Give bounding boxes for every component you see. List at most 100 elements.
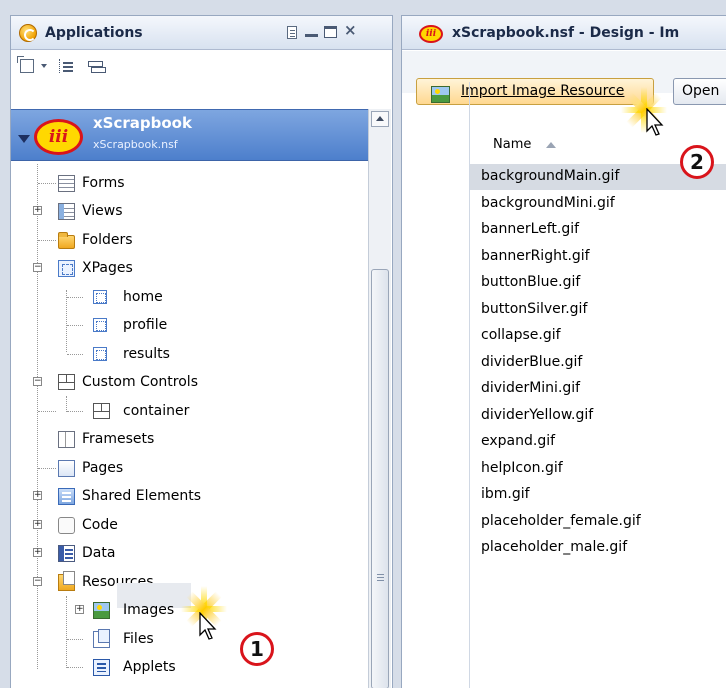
files-icon [93, 629, 110, 648]
images-icon [93, 602, 110, 619]
list-item[interactable]: placeholder_male.gif [481, 534, 627, 560]
tree-item-label: home [123, 289, 163, 305]
image-resource-icon [431, 86, 450, 103]
scroll-grip-icon [377, 574, 384, 575]
tree-item-pages[interactable]: Pages [0, 456, 360, 480]
custom-control-icon [93, 403, 110, 419]
expand-plus-icon[interactable]: + [33, 548, 42, 557]
applications-toolbar [11, 51, 392, 81]
tree-item-label: Views [82, 203, 123, 219]
document-icon[interactable] [287, 26, 297, 39]
tree-item-folders[interactable]: Folders [0, 228, 360, 252]
tree-item-label: Shared Elements [82, 488, 201, 504]
tree-view-icon[interactable] [57, 59, 73, 73]
import-image-resource-button[interactable]: Import Image Resource [416, 78, 654, 105]
framesets-icon [58, 431, 75, 448]
tab-title: xScrapbook.nsf - Design - Im [452, 25, 680, 41]
scroll-thumb[interactable] [371, 269, 389, 688]
tree-item-label: Data [82, 545, 116, 561]
tree-item-label: Forms [82, 175, 125, 191]
list-item[interactable]: placeholder_female.gif [481, 508, 641, 534]
editor-tab[interactable]: iii xScrapbook.nsf - Design - Im [402, 16, 726, 50]
list-item[interactable]: dividerMini.gif [481, 375, 580, 401]
shared-elements-icon [58, 488, 75, 505]
applets-icon [93, 659, 110, 676]
tree-item-xpage-home[interactable]: home [0, 285, 360, 309]
flat-view-icon[interactable] [88, 59, 106, 73]
xpage-icon [93, 290, 107, 304]
scroll-up-button[interactable] [371, 111, 389, 127]
close-icon[interactable]: × [344, 22, 358, 38]
list-item[interactable]: bannerLeft.gif [481, 216, 579, 242]
list-item[interactable]: bannerRight.gif [481, 243, 590, 269]
list-item[interactable]: ibm.gif [481, 481, 530, 507]
list-item[interactable]: dividerYellow.gif [481, 402, 593, 428]
tree-item-label: Files [123, 631, 154, 647]
tree-item-forms[interactable]: Forms [0, 171, 360, 195]
tree-scrollbar[interactable] [368, 109, 391, 688]
list-item[interactable]: dividerBlue.gif [481, 349, 582, 375]
tree-item-data[interactable]: + Data [0, 541, 360, 565]
tree-item-applets[interactable]: Applets [0, 655, 360, 679]
tree-item-custom-controls[interactable]: − Custom Controls [0, 370, 360, 394]
tree-item-xpages[interactable]: − XPages [0, 256, 360, 280]
tree-item-shared-elements[interactable]: + Shared Elements [0, 484, 360, 508]
list-item[interactable]: backgroundMain.gif [481, 163, 619, 189]
collapse-minus-icon[interactable]: − [33, 577, 42, 586]
list-item[interactable]: collapse.gif [481, 322, 561, 348]
tab-app-logo: iii [419, 25, 443, 43]
tree-item-label: Images [123, 602, 175, 618]
tree-item-label: Applets [123, 659, 176, 675]
xpages-icon [58, 260, 75, 277]
code-icon [58, 517, 75, 534]
tree-item-label: Pages [82, 460, 124, 476]
list-item[interactable]: expand.gif [481, 428, 555, 454]
list-item[interactable]: buttonSilver.gif [481, 296, 587, 322]
xpage-icon [93, 347, 107, 361]
tree-item-framesets[interactable]: Framesets [0, 427, 360, 451]
panel-title: Applications [45, 25, 143, 41]
pages-icon [58, 460, 75, 477]
minimize-icon[interactable] [305, 26, 318, 39]
tree-item-xpage-results[interactable]: results [0, 342, 360, 366]
mouse-pointer-icon [198, 611, 218, 642]
expand-plus-icon[interactable]: + [33, 520, 42, 529]
app-name: xScrapbook [93, 114, 192, 132]
tree-item-images[interactable]: + Images [0, 598, 360, 622]
open-button[interactable]: Open [673, 78, 726, 105]
expand-plus-icon[interactable]: + [33, 491, 42, 500]
tree-item-code[interactable]: + Code [0, 513, 360, 537]
folder-icon [58, 232, 75, 249]
column-header-name[interactable]: Name [493, 137, 531, 152]
expand-plus-icon[interactable]: + [33, 206, 42, 215]
tree-item-label: Framesets [82, 431, 155, 447]
maximize-icon[interactable] [324, 26, 337, 38]
resources-icon [58, 571, 75, 591]
data-icon [58, 545, 75, 562]
expand-plus-icon[interactable]: + [75, 605, 84, 614]
custom-controls-icon [58, 374, 75, 390]
mouse-pointer-icon [645, 107, 665, 138]
list-item[interactable]: helpIcon.gif [481, 455, 563, 481]
tree-item-label: XPages [82, 260, 133, 276]
tree-item-xpage-profile[interactable]: profile [0, 313, 360, 337]
dropdown-arrow-icon[interactable] [41, 64, 47, 68]
list-item[interactable]: buttonBlue.gif [481, 269, 580, 295]
forms-icon [58, 175, 75, 192]
step-1-badge: 1 [240, 632, 274, 666]
tree-item-label: Folders [82, 232, 133, 248]
collapse-minus-icon[interactable]: − [33, 377, 42, 386]
list-item[interactable]: backgroundMini.gif [481, 190, 615, 216]
tree-item-label: Code [82, 517, 118, 533]
expand-arrow-icon[interactable] [18, 135, 30, 143]
tree-item-views[interactable]: + Views [0, 199, 360, 223]
new-application-icon[interactable] [17, 56, 34, 73]
views-icon [58, 203, 75, 220]
collapse-minus-icon[interactable]: − [33, 263, 42, 272]
sort-ascending-icon[interactable] [546, 142, 556, 148]
tree-item-label: Custom Controls [82, 374, 198, 390]
applications-icon [19, 24, 37, 42]
tree-item-custom-control-container[interactable]: container [0, 399, 360, 423]
application-header[interactable]: iii xScrapbook xScrapbook.nsf [11, 109, 368, 161]
tree-item-files[interactable]: Files [0, 627, 360, 651]
